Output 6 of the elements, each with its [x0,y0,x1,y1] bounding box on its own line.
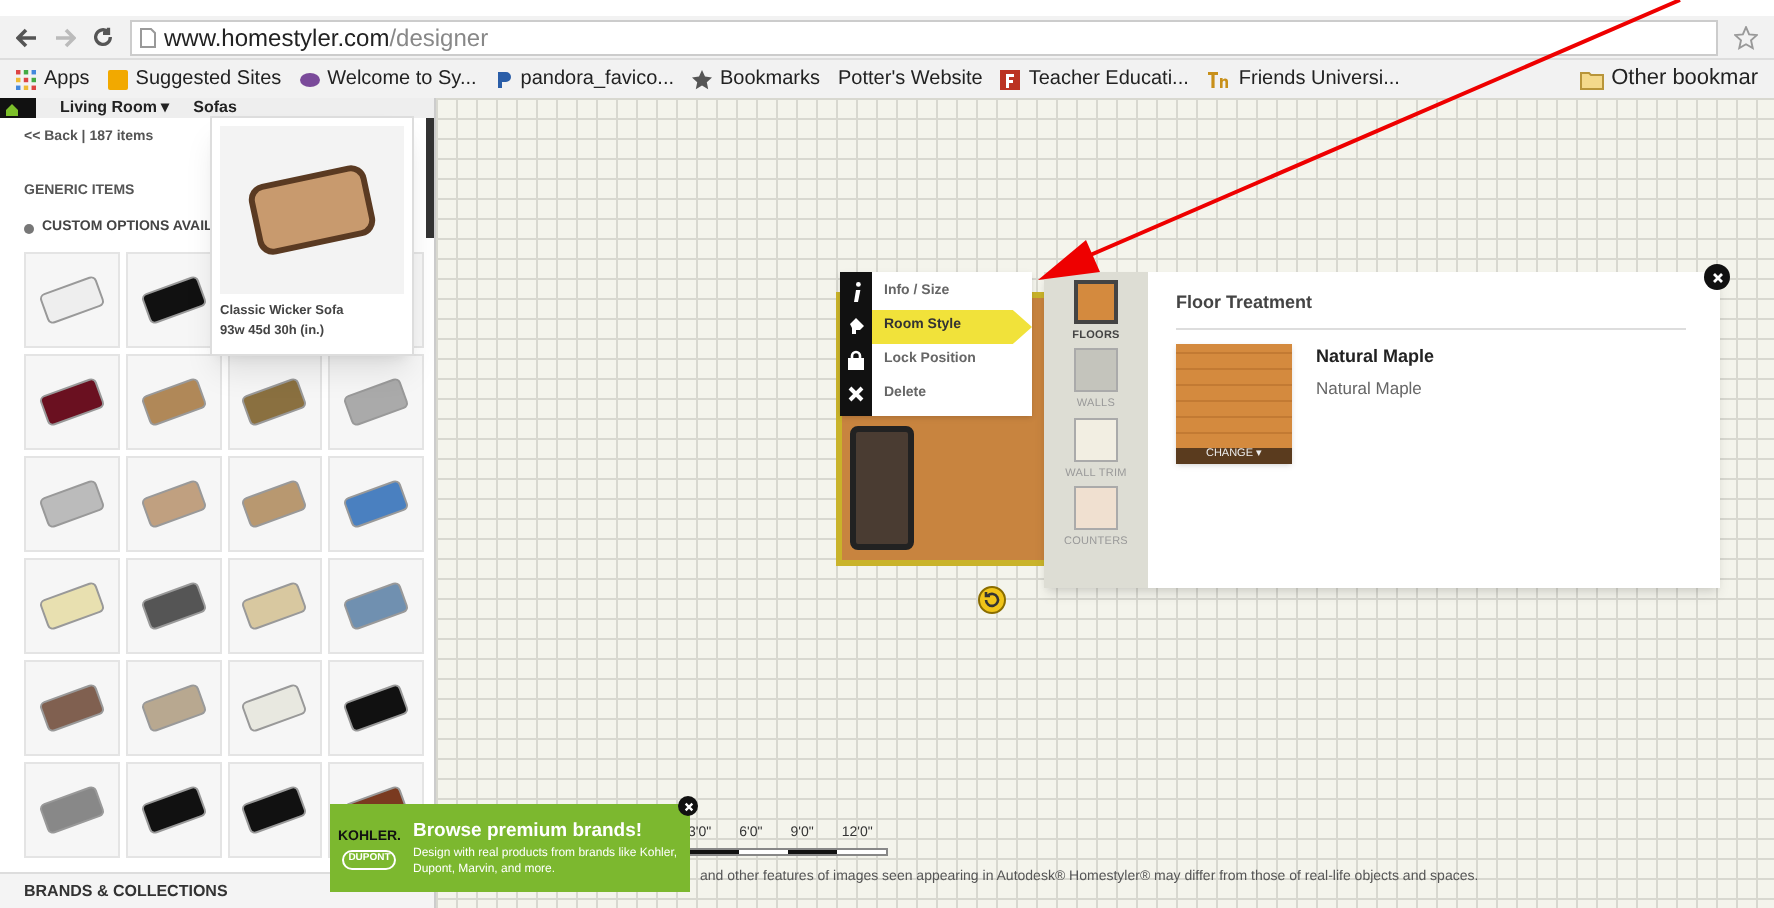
url-path: /designer [389,23,489,51]
panel-title: Floor Treatment [1176,290,1686,329]
material-name: Natural Maple [1316,343,1435,370]
url-host: www.homestyler.com [164,23,390,51]
material-subtitle: Natural Maple [1316,376,1424,402]
promo-title: Browse premium brands! [413,817,645,846]
